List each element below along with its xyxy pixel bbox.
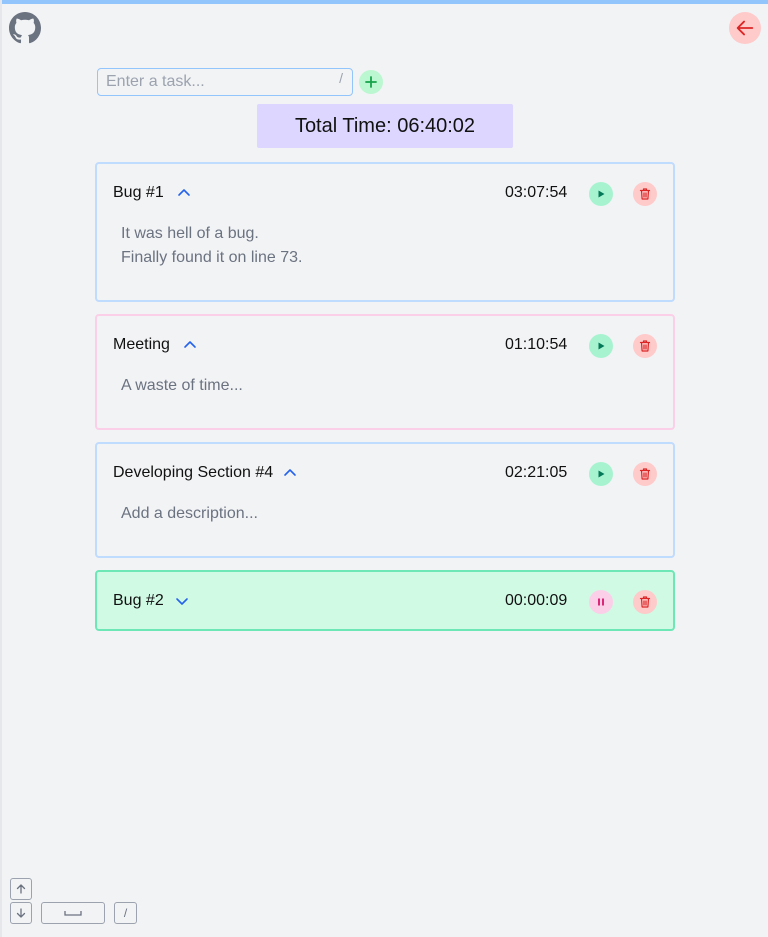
- add-task-button[interactable]: [359, 70, 383, 94]
- task-header: Bug #2 00:00:09: [97, 572, 673, 630]
- task-card-active: Bug #2 00:00:09: [95, 570, 675, 631]
- left-border: [0, 0, 2, 937]
- trash-icon: [639, 188, 651, 200]
- play-button[interactable]: [589, 462, 613, 486]
- plus-icon: [365, 76, 377, 88]
- task-description[interactable]: A waste of time...: [121, 374, 641, 398]
- task-timer: 01:10:54: [505, 336, 568, 353]
- play-icon: [598, 470, 605, 478]
- task-input[interactable]: [97, 68, 353, 96]
- pause-icon: [598, 598, 604, 606]
- space-key-icon: [41, 902, 105, 924]
- task-header: Meeting 01:10:54: [97, 316, 673, 374]
- arrow-up-key-icon: [10, 878, 32, 900]
- delete-button[interactable]: [633, 462, 657, 486]
- task-card: Bug #1 03:07:54 It was hell of a bug. Fi…: [95, 162, 675, 302]
- pause-button[interactable]: [589, 590, 613, 614]
- task-timer: 03:07:54: [505, 184, 568, 201]
- trash-icon: [639, 596, 651, 608]
- chevron-up-icon[interactable]: [177, 186, 191, 200]
- task-timer: 02:21:05: [505, 464, 568, 481]
- slash-key-label: /: [123, 906, 128, 920]
- delete-button[interactable]: [633, 334, 657, 358]
- task-name[interactable]: Bug #2: [113, 592, 164, 610]
- github-icon[interactable]: [9, 12, 41, 44]
- shortcut-hint: /: [339, 70, 343, 86]
- chevron-down-icon[interactable]: [175, 594, 189, 608]
- total-time-label: Total Time: 06:40:02: [294, 114, 476, 137]
- arrow-left-icon: [736, 20, 754, 36]
- total-time-display: Total Time: 06:40:02: [257, 104, 513, 148]
- task-input-wrapper: /: [97, 68, 353, 96]
- play-button[interactable]: [589, 182, 613, 206]
- play-icon: [598, 342, 605, 350]
- arrow-down-key-icon: [10, 902, 32, 924]
- chevron-up-icon[interactable]: [183, 338, 197, 352]
- task-header: Bug #1 03:07:54: [97, 164, 673, 222]
- task-name[interactable]: Developing Section #4: [113, 464, 273, 482]
- task-card: Meeting 01:10:54 A waste of time...: [95, 314, 675, 430]
- top-accent-bar: [0, 0, 768, 4]
- task-header: Developing Section #4 02:21:05: [97, 444, 673, 502]
- task-name[interactable]: Meeting: [113, 336, 170, 354]
- back-button[interactable]: [729, 12, 761, 44]
- chevron-up-icon[interactable]: [283, 466, 297, 480]
- task-card: Developing Section #4 02:21:05 Add a des…: [95, 442, 675, 558]
- task-description-placeholder[interactable]: Add a description...: [121, 502, 641, 526]
- task-name[interactable]: Bug #1: [113, 184, 164, 202]
- task-description[interactable]: It was hell of a bug. Finally found it o…: [121, 222, 641, 270]
- delete-button[interactable]: [633, 590, 657, 614]
- play-button[interactable]: [589, 334, 613, 358]
- delete-button[interactable]: [633, 182, 657, 206]
- app-page: / Total Time: 06:40:02 Bug #1 03:07:54: [0, 0, 768, 937]
- trash-icon: [639, 468, 651, 480]
- trash-icon: [639, 340, 651, 352]
- slash-key: /: [114, 902, 137, 924]
- play-icon: [598, 190, 605, 198]
- task-timer: 00:00:09: [505, 592, 568, 609]
